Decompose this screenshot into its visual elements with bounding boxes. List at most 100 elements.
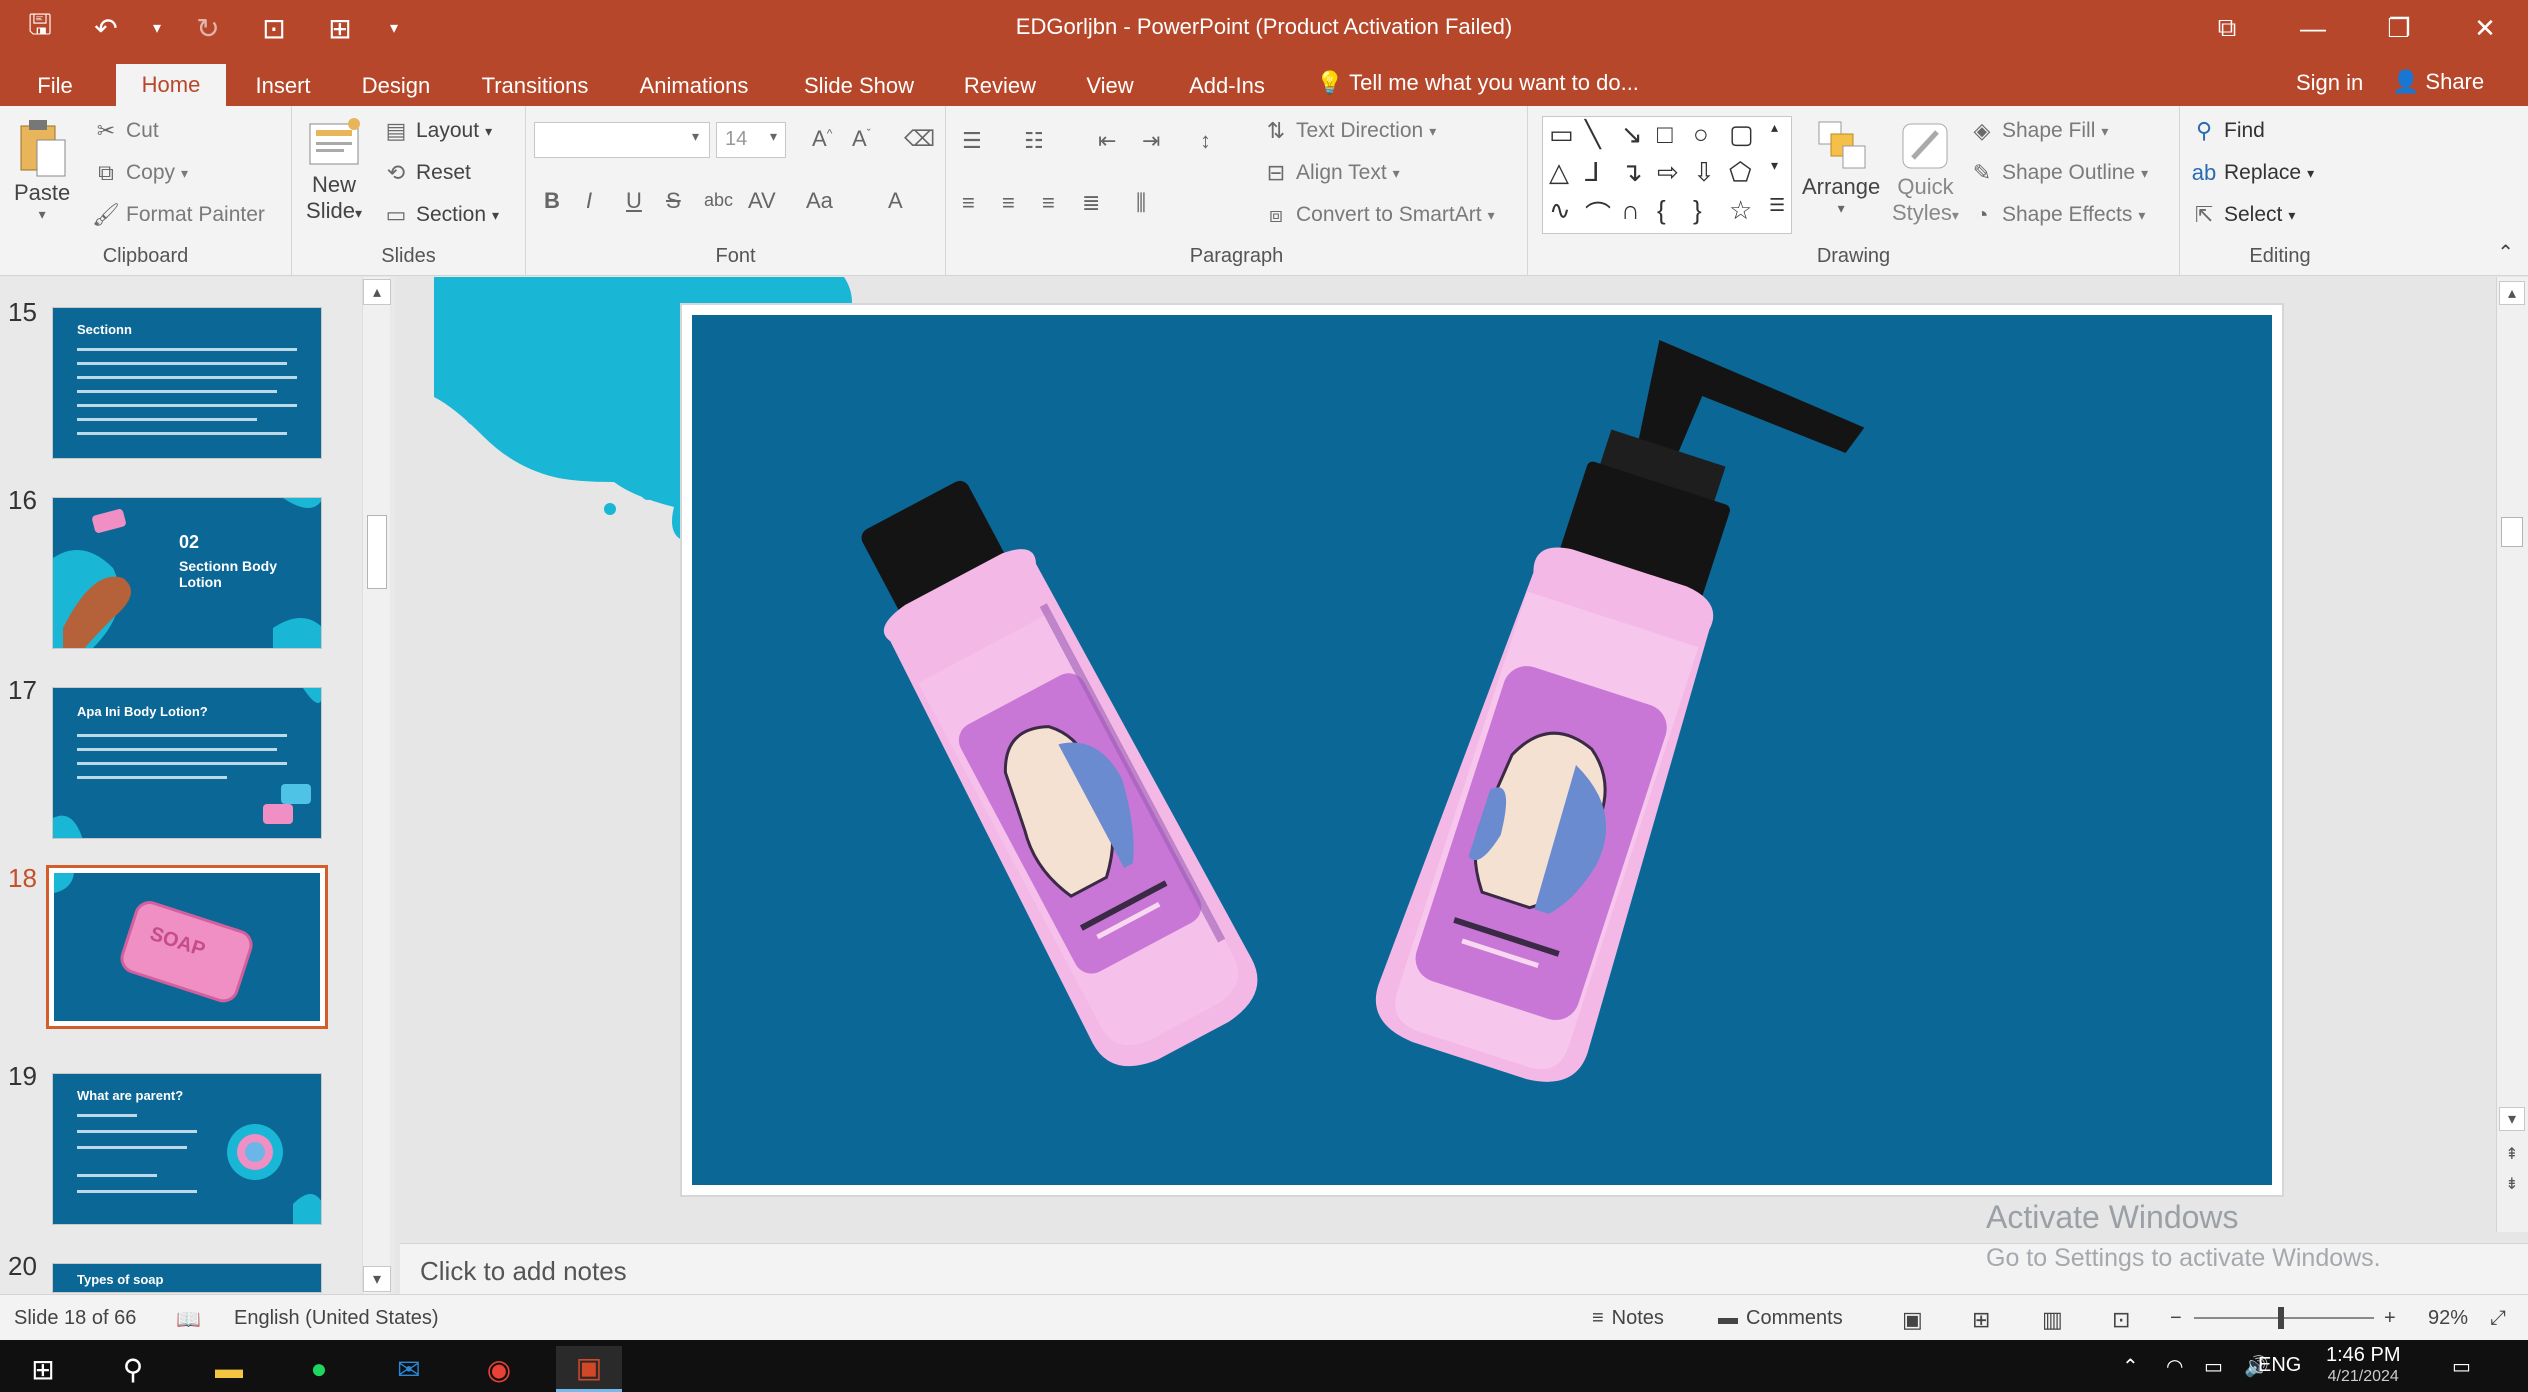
share-button[interactable]: 👤 Share bbox=[2392, 64, 2496, 100]
rectangle-shape-icon[interactable]: □ bbox=[1657, 119, 1673, 150]
reset-button[interactable]: ⟲ Reset bbox=[382, 160, 471, 186]
current-slide[interactable] bbox=[682, 305, 2282, 1195]
find-button[interactable]: ⚲ Find bbox=[2190, 118, 2265, 144]
arrange-button[interactable]: Arrange ▾ bbox=[1802, 118, 1880, 217]
font-color-icon[interactable]: A bbox=[888, 188, 903, 214]
layout-button[interactable]: ▤ Layout ▾ bbox=[382, 118, 493, 144]
reading-view-icon[interactable]: ▥ bbox=[2042, 1307, 2063, 1333]
restore-icon[interactable]: ❐ bbox=[2356, 0, 2442, 56]
wifi-icon[interactable]: ◠ bbox=[2166, 1354, 2183, 1379]
strikethrough-icon[interactable]: S bbox=[666, 188, 681, 214]
numbering-icon[interactable]: ☷ bbox=[1024, 128, 1044, 154]
text-direction-button[interactable]: ⇅ Text Direction ▾ bbox=[1262, 118, 1436, 144]
tab-review[interactable]: Review bbox=[952, 66, 1048, 106]
system-clock[interactable]: 1:46 PM 4/21/2024 bbox=[2326, 1344, 2400, 1388]
zoom-out-icon[interactable]: − bbox=[2170, 1307, 2182, 1330]
cut-button[interactable]: ✂ Cut bbox=[92, 118, 159, 144]
font-family-input[interactable] bbox=[534, 122, 710, 158]
tray-chevron-icon[interactable]: ⌃ bbox=[2122, 1354, 2139, 1379]
windows-start-icon[interactable]: ⊞ bbox=[10, 1346, 76, 1392]
freeform-shape-icon[interactable]: ∿ bbox=[1549, 195, 1571, 226]
oval-shape-icon[interactable]: ○ bbox=[1693, 119, 1709, 150]
align-text-button[interactable]: ⊟ Align Text ▾ bbox=[1262, 160, 1400, 186]
scroll-down-icon[interactable]: ▾ bbox=[2499, 1107, 2525, 1131]
slide-thumbnail-17[interactable]: Apa Ini Body Lotion? bbox=[52, 687, 322, 839]
textbox-shape-icon[interactable]: ▭ bbox=[1549, 119, 1574, 150]
underline-icon[interactable]: U bbox=[626, 188, 642, 214]
next-slide-icon[interactable]: ⇟ bbox=[2499, 1173, 2525, 1197]
char-spacing-icon[interactable]: AV bbox=[748, 188, 776, 214]
close-icon[interactable]: ✕ bbox=[2442, 0, 2528, 56]
arrow-shape-icon[interactable]: ↘ bbox=[1621, 119, 1643, 150]
zoom-slider-thumb[interactable] bbox=[2278, 1307, 2284, 1329]
language-indicator[interactable]: ENG bbox=[2258, 1354, 2301, 1377]
tab-animations[interactable]: Animations bbox=[624, 66, 764, 106]
scroll-up-icon[interactable]: ▴ bbox=[2499, 281, 2525, 305]
bold-icon[interactable]: B bbox=[544, 188, 560, 214]
arc-shape-icon[interactable]: ⌒ bbox=[1585, 195, 1611, 232]
tab-file[interactable]: File bbox=[20, 66, 90, 106]
slide-thumbnail-16[interactable]: 02 Sectionn Body Lotion bbox=[52, 497, 322, 649]
scroll-up-icon[interactable]: ▴ bbox=[363, 279, 391, 305]
slide-thumbnail-18[interactable]: SOAP bbox=[46, 865, 328, 1029]
copy-button[interactable]: ⧉ Copy ▾ bbox=[92, 160, 188, 186]
rounded-rect-shape-icon[interactable]: ▢ bbox=[1729, 119, 1754, 150]
quick-styles-button[interactable]: Quick Styles▾ bbox=[1892, 118, 1959, 226]
font-size-dropdown-icon[interactable]: ▾ bbox=[770, 128, 777, 145]
gallery-up-icon[interactable]: ▴ bbox=[1771, 119, 1778, 136]
decrease-indent-icon[interactable]: ⇤ bbox=[1098, 128, 1116, 154]
fit-to-window-icon[interactable]: ⤢ bbox=[2490, 1307, 2506, 1330]
clear-formatting-icon[interactable]: ⌫ bbox=[904, 126, 935, 152]
format-painter-button[interactable]: 🖌 Format Painter bbox=[92, 202, 265, 228]
search-icon[interactable]: ⚲ bbox=[100, 1346, 166, 1392]
shape-fill-button[interactable]: ◈ Shape Fill ▾ bbox=[1968, 118, 2109, 144]
scroll-thumb[interactable] bbox=[2501, 517, 2523, 547]
slide-scrollbar[interactable]: ▴ ▾ ⇞ ⇟ bbox=[2496, 277, 2528, 1232]
line-spacing-icon[interactable]: ↕ bbox=[1200, 128, 1211, 154]
slide-thumbnail-20[interactable]: Types of soap bbox=[52, 1263, 322, 1293]
grow-font-icon[interactable]: A^ bbox=[812, 126, 832, 152]
align-left-icon[interactable]: ≡ bbox=[962, 190, 975, 216]
thumbnails-scrollbar[interactable]: ▴ ▾ bbox=[362, 277, 391, 1294]
minimize-icon[interactable]: — bbox=[2270, 0, 2356, 56]
section-button[interactable]: ▭ Section ▾ bbox=[382, 202, 499, 228]
align-right-icon[interactable]: ≡ bbox=[1042, 190, 1055, 216]
gallery-down-icon[interactable]: ▾ bbox=[1771, 157, 1778, 174]
spotify-icon[interactable]: ● bbox=[286, 1346, 352, 1392]
bullets-icon[interactable]: ☰ bbox=[962, 128, 982, 154]
shape-outline-button[interactable]: ✎ Shape Outline ▾ bbox=[1968, 160, 2148, 186]
right-arrow-shape-icon[interactable]: ⇨ bbox=[1657, 157, 1679, 188]
paste-button[interactable]: Paste ▾ bbox=[14, 118, 70, 223]
replace-button[interactable]: ab Replace ▾ bbox=[2190, 160, 2314, 186]
elbow-shape-icon[interactable]: ⅃ bbox=[1585, 157, 1600, 188]
tab-insert[interactable]: Insert bbox=[240, 66, 326, 106]
chrome-icon[interactable]: ◉ bbox=[466, 1346, 532, 1392]
right-brace-shape-icon[interactable]: } bbox=[1693, 195, 1702, 226]
tab-design[interactable]: Design bbox=[346, 66, 446, 106]
tab-home[interactable]: Home bbox=[116, 64, 226, 106]
tab-slide-show[interactable]: Slide Show bbox=[786, 66, 932, 106]
new-slide-button[interactable]: New Slide▾ bbox=[306, 116, 362, 224]
italic-icon[interactable]: I bbox=[586, 188, 592, 214]
align-center-icon[interactable]: ≡ bbox=[1002, 190, 1015, 216]
slideshow-view-icon[interactable]: ⊡ bbox=[2112, 1307, 2130, 1333]
left-brace-shape-icon[interactable]: { bbox=[1657, 195, 1666, 226]
comments-toggle[interactable]: ▬ Comments bbox=[1718, 1307, 1843, 1330]
scroll-thumb[interactable] bbox=[367, 515, 387, 589]
justify-icon[interactable]: ≣ bbox=[1082, 190, 1100, 216]
star-shape-icon[interactable]: ☆ bbox=[1729, 195, 1752, 226]
collapse-ribbon-icon[interactable]: ⌃ bbox=[2497, 240, 2514, 265]
mail-icon[interactable]: ✉ bbox=[376, 1346, 442, 1392]
font-family-dropdown-icon[interactable]: ▾ bbox=[692, 128, 699, 145]
powerpoint-taskbar-icon[interactable]: ▣ bbox=[556, 1346, 622, 1392]
down-arrow-shape-icon[interactable]: ⇩ bbox=[1693, 157, 1715, 188]
curve-shape-icon[interactable]: ∩ bbox=[1621, 195, 1640, 226]
tab-transitions[interactable]: Transitions bbox=[466, 66, 604, 106]
zoom-level[interactable]: 92% bbox=[2428, 1307, 2468, 1330]
tell-me-search[interactable]: 💡 Tell me what you want to do... bbox=[1316, 70, 1639, 96]
notification-center-icon[interactable]: ▭ bbox=[2452, 1354, 2471, 1379]
shape-effects-button[interactable]: ◔ Shape Effects ▾ bbox=[1968, 202, 2145, 228]
increase-indent-icon[interactable]: ⇥ bbox=[1142, 128, 1160, 154]
zoom-in-icon[interactable]: + bbox=[2384, 1307, 2396, 1330]
slide-thumbnail-15[interactable]: Sectionn bbox=[52, 307, 322, 459]
